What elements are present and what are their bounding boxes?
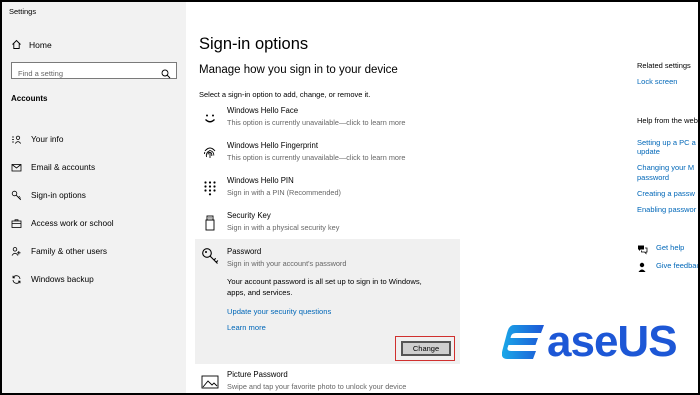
learn-more-link[interactable]: Learn more bbox=[227, 323, 266, 332]
sync-icon bbox=[11, 274, 22, 285]
search-icon[interactable] bbox=[161, 66, 171, 79]
help-link-enabling-password[interactable]: Enabling passwor bbox=[637, 205, 696, 214]
option-windows-hello-face[interactable]: Windows Hello Face This option is curren… bbox=[198, 105, 460, 135]
sidebar-item-label: Family & other users bbox=[31, 246, 108, 256]
home-icon bbox=[11, 39, 22, 52]
get-help-link[interactable]: Get help bbox=[656, 243, 684, 252]
option-name: Password bbox=[227, 247, 262, 256]
person-card-icon bbox=[11, 134, 22, 145]
page-subtitle: Manage how you sign in to your device bbox=[199, 64, 398, 76]
briefcase-icon bbox=[11, 218, 22, 229]
easeus-logo-text: aseUS bbox=[547, 317, 678, 366]
option-windows-hello-pin[interactable]: Windows Hello PIN Sign in with a PIN (Re… bbox=[198, 175, 460, 205]
help-from-web-heading: Help from the web bbox=[637, 116, 698, 125]
sidebar-item-windows-backup[interactable]: Windows backup bbox=[11, 265, 181, 293]
related-settings-heading: Related settings bbox=[637, 61, 691, 70]
get-help-icon bbox=[637, 242, 648, 255]
sidebar-item-your-info[interactable]: Your info bbox=[11, 125, 181, 153]
option-security-key[interactable]: Security Key Sign in with a physical sec… bbox=[198, 210, 460, 240]
option-password-expanded[interactable]: Password Sign in with your account's pas… bbox=[195, 239, 460, 364]
help-link-setting-up-pc-cont[interactable]: update bbox=[637, 147, 660, 156]
option-name: Security Key bbox=[227, 211, 271, 220]
help-link-creating-password[interactable]: Creating a passw bbox=[637, 189, 695, 198]
update-security-questions-link[interactable]: Update your security questions bbox=[227, 307, 331, 316]
sidebar-item-access-work[interactable]: Access work or school bbox=[11, 209, 181, 237]
option-description: This option is currently unavailable—cli… bbox=[227, 153, 406, 162]
search-box[interactable] bbox=[11, 62, 177, 81]
option-description: This option is currently unavailable—cli… bbox=[227, 118, 406, 127]
page-title: Sign-in options bbox=[199, 35, 309, 53]
key-icon bbox=[11, 190, 22, 201]
pin-keypad-icon bbox=[201, 179, 219, 197]
help-link-changing-password-cont[interactable]: password bbox=[637, 173, 669, 182]
app-title: Settings bbox=[9, 7, 37, 16]
help-link-setting-up-pc[interactable]: Setting up a PC a bbox=[637, 138, 696, 147]
lock-screen-link[interactable]: Lock screen bbox=[637, 77, 677, 86]
fingerprint-icon bbox=[201, 144, 219, 162]
window: Settings Home Accounts Your info bbox=[0, 0, 700, 395]
option-windows-hello-fingerprint[interactable]: Windows Hello Fingerprint This option is… bbox=[198, 140, 460, 170]
nav-list: Your info Email & accounts Sign-in optio… bbox=[11, 125, 181, 293]
option-description: Sign in with your account's password bbox=[227, 259, 347, 268]
change-password-button[interactable]: Change bbox=[401, 341, 451, 356]
nav-home-label: Home bbox=[29, 40, 52, 50]
easeus-logo-mark bbox=[502, 325, 544, 359]
sidebar-item-family-users[interactable]: Family & other users bbox=[11, 237, 181, 265]
search-input[interactable] bbox=[12, 66, 152, 81]
option-name: Windows Hello Face bbox=[227, 106, 299, 115]
sidebar-item-label: Sign-in options bbox=[31, 190, 86, 200]
option-description: Sign in with a physical security key bbox=[227, 223, 340, 232]
option-description: Sign in with a PIN (Recommended) bbox=[227, 188, 341, 197]
sidebar-item-label: Email & accounts bbox=[31, 162, 96, 172]
sidebar-item-label: Windows backup bbox=[31, 274, 94, 284]
sidebar-item-label: Access work or school bbox=[31, 218, 114, 228]
give-feedback-link[interactable]: Give feedback bbox=[656, 261, 698, 270]
section-heading-accounts: Accounts bbox=[11, 94, 48, 103]
nav-home[interactable]: Home bbox=[11, 38, 52, 52]
sidebar-item-sign-in-options[interactable]: Sign-in options bbox=[11, 181, 181, 209]
picture-icon bbox=[201, 373, 219, 391]
option-picture-password[interactable]: Picture Password Swipe and tap your favo… bbox=[198, 369, 460, 393]
option-name: Windows Hello Fingerprint bbox=[227, 141, 318, 150]
option-name: Windows Hello PIN bbox=[227, 176, 294, 185]
option-description: Swipe and tap your favorite photo to unl… bbox=[227, 382, 407, 391]
instruction-text: Select a sign-in option to add, change, … bbox=[199, 90, 371, 99]
mail-icon bbox=[11, 162, 22, 173]
easeus-logo: aseUS bbox=[502, 317, 678, 367]
feedback-icon bbox=[637, 260, 648, 272]
help-link-changing-password[interactable]: Changing your M bbox=[637, 163, 694, 172]
key-icon bbox=[201, 247, 219, 265]
sidebar: Settings Home Accounts Your info bbox=[2, 2, 186, 393]
option-name: Picture Password bbox=[227, 370, 288, 379]
password-info-text: Your account password is all set up to s… bbox=[227, 277, 422, 297]
sidebar-item-email-accounts[interactable]: Email & accounts bbox=[11, 153, 181, 181]
usb-key-icon bbox=[201, 214, 219, 232]
sidebar-item-label: Your info bbox=[31, 134, 64, 144]
face-icon bbox=[201, 109, 219, 127]
people-icon bbox=[11, 246, 22, 257]
